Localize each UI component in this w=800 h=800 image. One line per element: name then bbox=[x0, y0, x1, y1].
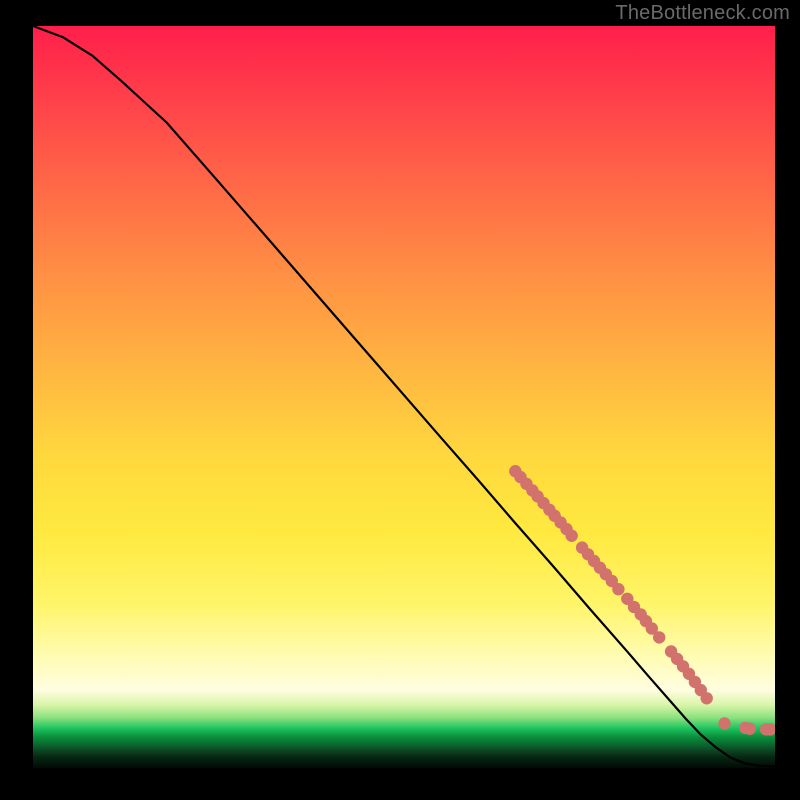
data-point bbox=[612, 583, 624, 595]
chart-overlay bbox=[33, 26, 775, 768]
data-point bbox=[566, 530, 578, 542]
data-point-group bbox=[509, 465, 775, 736]
data-point bbox=[744, 723, 756, 735]
data-point bbox=[653, 631, 665, 643]
chart-frame: TheBottleneck.com bbox=[0, 0, 800, 800]
bottleneck-curve-line bbox=[33, 26, 775, 767]
data-point bbox=[718, 717, 730, 729]
watermark-label: TheBottleneck.com bbox=[615, 2, 790, 25]
data-point bbox=[701, 692, 713, 704]
